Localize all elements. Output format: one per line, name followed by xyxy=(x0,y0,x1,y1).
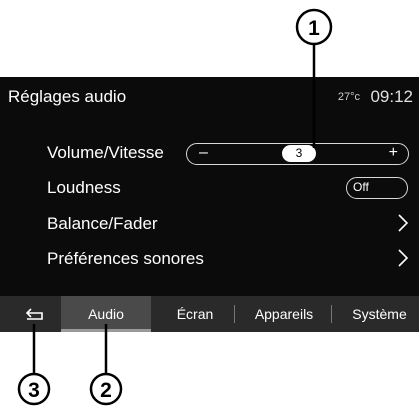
volume-speed-label: Volume/Vitesse xyxy=(47,143,164,162)
callout-2: 2 xyxy=(89,324,123,406)
loudness-toggle[interactable]: Off xyxy=(346,177,408,199)
sound-preferences-label: Préférences sonores xyxy=(47,249,204,268)
callout-number-1: 1 xyxy=(308,17,320,40)
tab-ecran[interactable]: Écran xyxy=(164,296,226,332)
audio-settings-screen: Réglages audio 27°c 09:12 Volume/Vitesse… xyxy=(0,77,419,332)
increase-button[interactable]: + xyxy=(389,144,398,162)
tab-ecran-label: Écran xyxy=(176,306,214,322)
callout-number-2: 2 xyxy=(100,379,112,402)
page-title: Réglages audio xyxy=(8,87,127,106)
back-arrow-icon xyxy=(26,308,43,320)
tab-audio[interactable]: Audio xyxy=(61,296,151,332)
decrease-button[interactable]: – xyxy=(199,144,208,162)
balance-fader-label: Balance/Fader xyxy=(47,214,158,233)
toggle-state: Off xyxy=(353,180,369,194)
temperature-readout: 27°c xyxy=(337,91,360,103)
volume-speed-row: Volume/Vitesse – 3 + xyxy=(0,135,419,171)
loudness-row: Loudness Off xyxy=(0,170,419,206)
status-area: 27°c 09:12 xyxy=(338,87,413,107)
back-button[interactable] xyxy=(0,296,56,332)
tab-audio-label: Audio xyxy=(88,306,124,322)
bottom-tab-bar: Audio Écran Appareils Système xyxy=(0,296,419,332)
tab-appareils[interactable]: Appareils xyxy=(244,296,324,332)
balance-fader-row[interactable]: Balance/Fader xyxy=(0,206,419,242)
callout-number-3: 3 xyxy=(28,379,40,402)
tab-systeme[interactable]: Système xyxy=(340,296,419,332)
tab-divider xyxy=(331,305,332,323)
active-tab-indicator xyxy=(61,329,151,332)
sound-preferences-row[interactable]: Préférences sonores xyxy=(0,241,419,277)
loudness-label: Loudness xyxy=(47,178,121,197)
tab-appareils-label: Appareils xyxy=(254,306,314,322)
volume-speed-slider[interactable]: – 3 + xyxy=(186,143,409,165)
callout-3: 3 xyxy=(17,324,51,406)
tab-systeme-label: Système xyxy=(352,306,407,322)
slider-value-knob[interactable]: 3 xyxy=(282,145,316,162)
chevron-right-icon xyxy=(398,214,408,232)
chevron-right-icon xyxy=(398,249,408,267)
tab-divider xyxy=(234,305,235,323)
clock: 09:12 xyxy=(370,87,413,106)
